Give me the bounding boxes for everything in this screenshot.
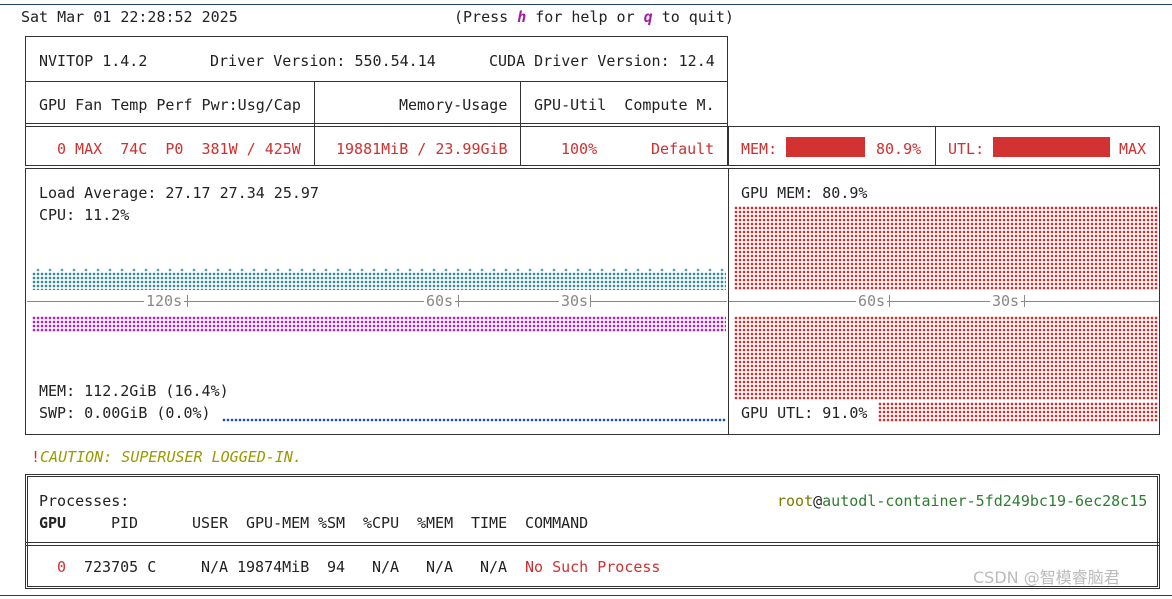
gpu-row-stats: 0 MAX 74C P0 381W / 425W <box>57 140 301 158</box>
row-user: N/A <box>201 558 229 576</box>
app-version: NVITOP 1.4.2 <box>39 52 148 70</box>
col-time: TIME <box>471 514 508 532</box>
axis-label-60s: 60s <box>424 292 456 310</box>
cpu-history-graph <box>32 272 726 290</box>
utl-bar-label: UTL: <box>948 140 985 158</box>
row-mem: N/A <box>426 558 454 576</box>
mem-history-graph <box>32 316 726 332</box>
mem-bar-label: MEM: <box>741 140 778 158</box>
gpu-util-percent: GPU UTL: 91.0% <box>741 404 868 422</box>
load-average: Load Average: 27.17 27.34 25.97 <box>39 184 319 202</box>
col-user: USER <box>192 514 229 532</box>
gpu-util-history-tail <box>878 402 1158 422</box>
col-cpu: %CPU <box>363 514 400 532</box>
quit-key[interactable]: q <box>644 8 653 26</box>
row-pid: 723705 C <box>84 558 157 576</box>
axis-label-30s: 30s <box>559 292 591 310</box>
top-border <box>0 4 1172 5</box>
cpu-history-peaks <box>32 268 726 272</box>
gpu-mem-percent: GPU MEM: 80.9% <box>741 184 868 202</box>
datetime: Sat Mar 01 22:28:52 2025 <box>21 8 238 26</box>
gpu-row-util: 100% <box>561 140 598 158</box>
gpu-row-memory: 19881MiB / 23.99GiB <box>336 140 508 158</box>
caution-message: !CAUTION: SUPERUSER LOGGED-IN. <box>31 448 302 466</box>
gpu-row-compute: Default <box>651 140 715 158</box>
col-gpu-mem: GPU-MEM <box>246 514 310 532</box>
gpu-mem-history-graph <box>734 206 1158 290</box>
col-gpu: GPU <box>39 514 67 532</box>
col-mem: %MEM <box>417 514 454 532</box>
col-gpu-header: GPU Fan Temp Perf Pwr:Usg/Cap <box>39 96 301 114</box>
row-gpu-mem: 19874MiB <box>237 558 310 576</box>
cpu-percent: CPU: 11.2% <box>39 206 130 224</box>
watermark: CSDN @智模睿脑君 <box>973 568 1120 587</box>
host-time-axis <box>27 301 727 302</box>
col-pid: PID <box>111 514 139 532</box>
bottom-border <box>0 595 1172 596</box>
utl-bar-value: MAX <box>1119 140 1147 158</box>
user-host: root@autodl-container-5fd249bc19-6ec28c1… <box>777 492 1148 510</box>
gpu-util-history-graph <box>734 316 1158 400</box>
host-mem: MEM: 112.2GiB (16.4%) <box>39 382 229 400</box>
host-swap: SWP: 0.00GiB (0.0%) <box>39 404 211 422</box>
driver-version: Driver Version: 550.54.14 <box>210 52 436 70</box>
help-key[interactable]: h <box>517 8 526 26</box>
gpu-time-axis <box>729 301 1159 302</box>
cuda-version: CUDA Driver Version: 12.4 <box>489 52 715 70</box>
row-gpu: 0 <box>57 558 67 576</box>
row-sm: 94 <box>327 558 346 576</box>
mem-usage-bar <box>786 137 865 157</box>
row-time: N/A <box>480 558 508 576</box>
processes-title: Processes: <box>39 492 130 510</box>
utl-usage-bar <box>993 137 1110 157</box>
row-command: No Such Process <box>525 558 661 576</box>
swap-history-graph <box>222 418 726 422</box>
mem-bar-percent: 80.9% <box>876 140 922 158</box>
gpu-axis-label-30s: 30s <box>990 292 1022 310</box>
axis-label-120s: 120s <box>144 292 185 310</box>
col-memory-header: Memory-Usage <box>399 96 508 114</box>
help-hint: (Press h for help or q to quit) <box>454 8 734 26</box>
col-util-header: GPU-Util Compute M. <box>534 96 715 114</box>
col-command: COMMAND <box>525 514 589 532</box>
row-cpu: N/A <box>372 558 400 576</box>
gpu-axis-label-60s: 60s <box>856 292 888 310</box>
col-sm: %SM <box>318 514 346 532</box>
